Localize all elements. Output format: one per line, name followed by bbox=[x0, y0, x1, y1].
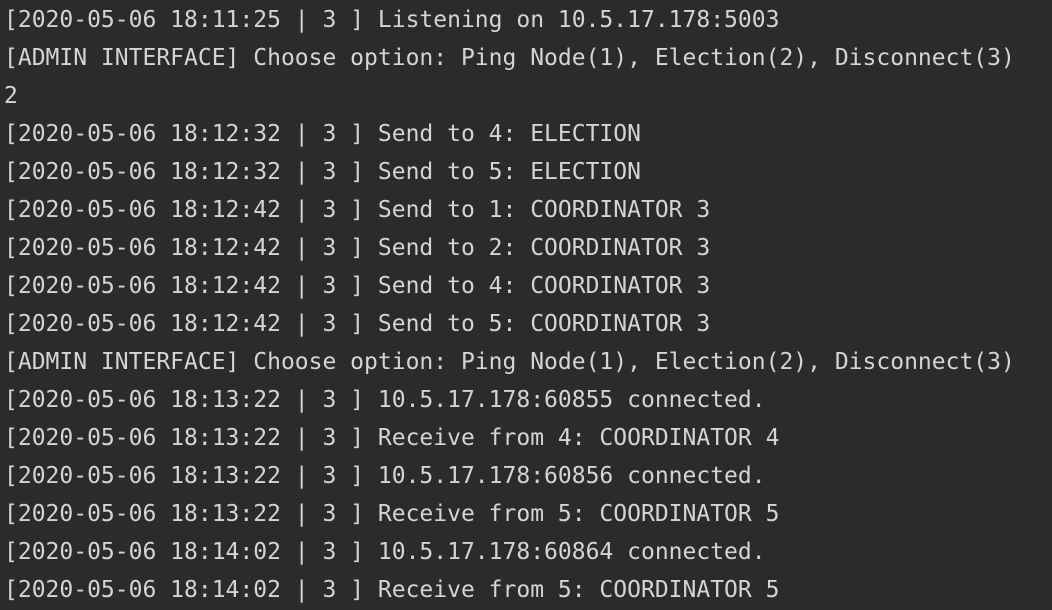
log-line: [2020-05-06 18:12:32 | 3 ] Send to 4: EL… bbox=[4, 121, 641, 147]
log-line: [2020-05-06 18:13:22 | 3 ] 10.5.17.178:6… bbox=[4, 463, 766, 489]
log-line: [2020-05-06 18:14:02 | 3 ] 10.5.17.178:6… bbox=[4, 539, 766, 565]
admin-prompt-line: [ADMIN INTERFACE] Choose option: Ping No… bbox=[4, 349, 1015, 375]
log-line: [2020-05-06 18:14:02 | 3 ] Receive from … bbox=[4, 577, 780, 603]
log-line: [2020-05-06 18:12:42 | 3 ] Send to 5: CO… bbox=[4, 311, 711, 337]
terminal-output[interactable]: [2020-05-06 18:11:25 | 3 ] Listening on … bbox=[0, 0, 1052, 610]
log-line: [2020-05-06 18:12:32 | 3 ] Send to 5: EL… bbox=[4, 159, 641, 185]
log-line: [2020-05-06 18:11:25 | 3 ] Listening on … bbox=[4, 7, 780, 33]
user-input-line: 2 bbox=[4, 83, 18, 109]
log-line: [2020-05-06 18:13:22 | 3 ] Receive from … bbox=[4, 425, 780, 451]
log-line: [2020-05-06 18:12:42 | 3 ] Send to 1: CO… bbox=[4, 197, 711, 223]
log-line: [2020-05-06 18:12:42 | 3 ] Send to 2: CO… bbox=[4, 235, 711, 261]
admin-prompt-line: [ADMIN INTERFACE] Choose option: Ping No… bbox=[4, 45, 1015, 71]
log-line: [2020-05-06 18:13:22 | 3 ] Receive from … bbox=[4, 501, 780, 527]
log-line: [2020-05-06 18:13:22 | 3 ] 10.5.17.178:6… bbox=[4, 387, 766, 413]
log-line: [2020-05-06 18:12:42 | 3 ] Send to 4: CO… bbox=[4, 273, 711, 299]
